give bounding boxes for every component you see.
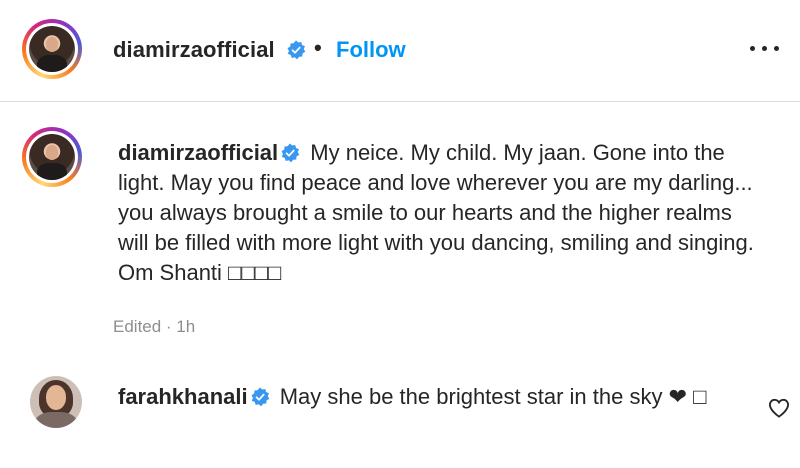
verified-badge-icon xyxy=(281,143,300,163)
comment: farahkhanali May she be the brightest st… xyxy=(118,382,738,412)
comment-text: May she be the brightest star in the sky… xyxy=(273,384,707,409)
edited-timestamp: Edited · 1h xyxy=(113,317,196,336)
post-header: diamirzaofficial • Follow xyxy=(0,0,800,102)
commenter-username[interactable]: farahkhanali xyxy=(118,384,248,409)
follow-button[interactable]: Follow xyxy=(336,37,406,63)
author-avatar[interactable] xyxy=(22,19,82,79)
author-username[interactable]: diamirzaofficial xyxy=(113,37,275,63)
verified-badge-icon xyxy=(251,387,269,407)
post-caption: diamirzaofficial My neice. My child. My … xyxy=(118,138,758,288)
caption-avatar-image xyxy=(29,134,75,180)
heart-outline-icon[interactable] xyxy=(768,398,790,418)
verified-badge-icon xyxy=(287,40,306,60)
caption-username[interactable]: diamirzaofficial xyxy=(118,140,278,165)
caption-author-avatar[interactable] xyxy=(22,127,82,187)
author-avatar-image xyxy=(29,26,75,72)
commenter-avatar[interactable] xyxy=(30,376,82,428)
separator-dot: • xyxy=(314,35,322,60)
more-options-icon[interactable] xyxy=(750,38,780,58)
